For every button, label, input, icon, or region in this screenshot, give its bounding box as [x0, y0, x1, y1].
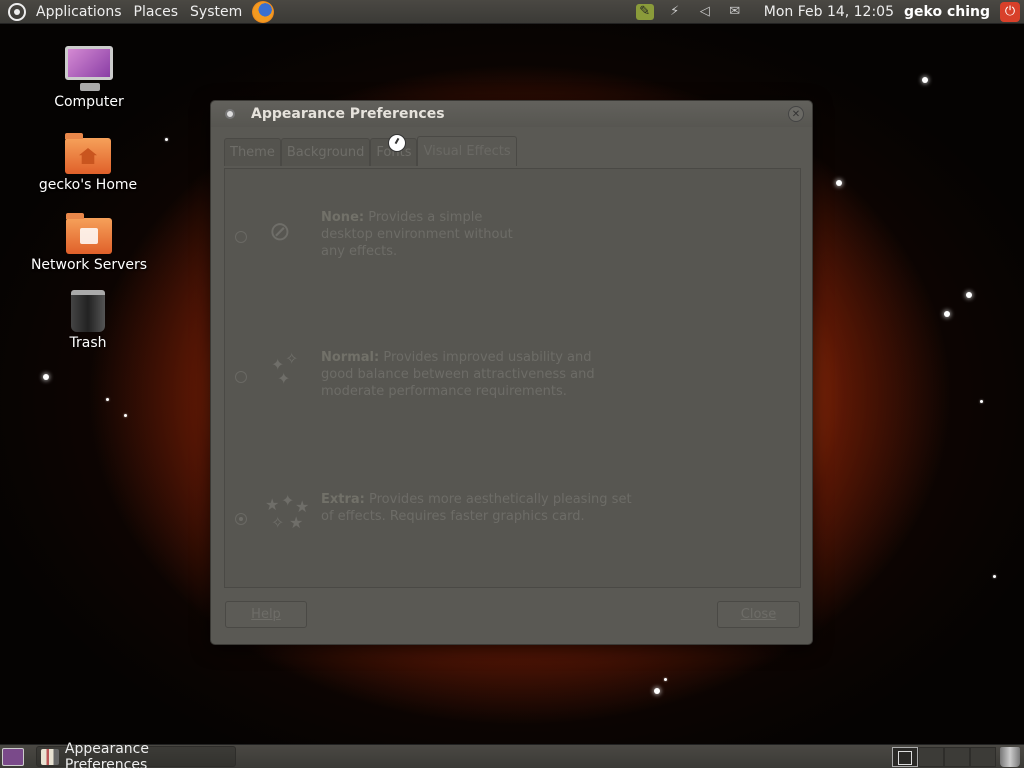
appearance-preferences-dialog: Appearance Preferences ✕ Theme Backgroun… — [210, 100, 813, 645]
star — [654, 688, 660, 694]
menu-places[interactable]: Places — [128, 0, 185, 24]
desc-line: Provides a simple — [364, 210, 483, 225]
tab-bar: Theme Background Fonts Visual Effects — [224, 136, 517, 166]
dialog-title: Appearance Preferences — [251, 106, 445, 122]
star — [664, 678, 667, 681]
home-folder-icon — [65, 133, 111, 174]
network-icon[interactable]: ⚡ — [666, 4, 684, 20]
desc-line: desktop environment without — [321, 227, 513, 242]
trash-applet-icon[interactable] — [1000, 746, 1020, 767]
option-normal[interactable]: ✦ ✧ ✦ Normal: Provides improved usability … — [235, 349, 641, 400]
option-description: Normal: Provides improved usability and … — [321, 349, 641, 400]
no-effects-icon: ⊘ — [269, 217, 291, 247]
close-button[interactable]: Close — [717, 601, 800, 628]
bottom-panel: Appearance Preferences — [0, 741, 1024, 768]
star — [922, 77, 928, 83]
extra-effects-icon: ★ ✦ ★ ✧ ★ — [265, 491, 310, 532]
desc-line: any effects. — [321, 244, 398, 259]
radio-none[interactable] — [235, 231, 247, 243]
desktop-icon-computer[interactable]: Computer — [29, 46, 149, 110]
option-description: Extra: Provides more aesthetically pleas… — [321, 491, 641, 525]
desc-line: moderate performance requirements. — [321, 384, 567, 399]
desc-line: good balance between attractiveness and — [321, 367, 595, 382]
star — [944, 311, 950, 317]
normal-effects-icon: ✦ ✧ ✦ — [271, 349, 299, 388]
workspace-2[interactable] — [918, 746, 944, 767]
star — [106, 398, 109, 401]
desktop-icon-label: Network Servers — [30, 257, 148, 273]
clock[interactable]: Mon Feb 14, 12:05 — [764, 4, 894, 20]
workspace-1[interactable] — [892, 746, 918, 767]
star — [836, 180, 842, 186]
firefox-launcher-icon[interactable] — [252, 0, 275, 23]
taskbar-item-appearance-preferences[interactable]: Appearance Preferences — [36, 741, 236, 768]
appearance-app-icon — [41, 748, 59, 765]
option-name: None: — [321, 210, 365, 225]
trash-icon — [71, 290, 105, 332]
star — [980, 400, 983, 403]
star — [966, 292, 972, 298]
close-icon[interactable]: ✕ — [788, 106, 804, 122]
window-menu-icon[interactable] — [225, 109, 235, 119]
top-panel: Applications Places System ✎ ⚡ ◁ ✉ Mon F… — [0, 0, 1024, 24]
option-name: Extra: — [321, 492, 365, 507]
desktop-icon-label: gecko's Home — [38, 177, 138, 193]
desktop-icon-label: Trash — [69, 335, 107, 351]
menu-applications[interactable]: Applications — [30, 0, 128, 24]
option-description: None: Provides a simple desktop environm… — [321, 209, 641, 260]
help-button[interactable]: Help — [225, 601, 307, 628]
user-menu[interactable]: geko ching — [904, 4, 990, 20]
desktop-icon-home[interactable]: gecko's Home — [28, 133, 148, 193]
desktop-icon-label: Computer — [54, 94, 124, 110]
menu-system[interactable]: System — [184, 0, 248, 24]
ubuntu-logo-icon[interactable] — [8, 2, 26, 21]
desc-line: Provides more aesthetically pleasing set — [364, 492, 632, 507]
star — [993, 575, 996, 578]
volume-icon[interactable]: ◁ — [696, 4, 714, 20]
radio-normal[interactable] — [235, 371, 247, 383]
option-extra[interactable]: ★ ✦ ★ ✧ ★ Extra: Provides more aesthetically… — [235, 491, 641, 537]
star — [43, 374, 49, 380]
tab-visual-effects[interactable]: Visual Effects — [417, 136, 517, 166]
star — [124, 414, 127, 417]
visual-effects-panel: ⊘ None: Provides a simple desktop enviro… — [224, 168, 801, 588]
system-tray: ✎ ⚡ ◁ ✉ Mon Feb 14, 12:05 geko ching ⏻ — [630, 0, 1024, 24]
update-notifier-icon[interactable]: ✎ — [635, 3, 654, 20]
desc-line: Provides improved usability and — [379, 350, 592, 365]
desktop-icon-trash[interactable]: Trash — [28, 290, 148, 351]
show-desktop-icon[interactable] — [2, 747, 24, 766]
network-folder-icon — [66, 213, 112, 254]
workspace-switcher — [892, 746, 996, 767]
taskbar-item-label: Appearance Preferences — [64, 740, 149, 768]
option-name: Normal: — [321, 350, 380, 365]
dialog-titlebar[interactable]: Appearance Preferences ✕ — [211, 101, 812, 127]
desc-line: of effects. Requires faster graphics car… — [321, 509, 585, 524]
workspace-3[interactable] — [944, 746, 970, 767]
desktop-icon-network[interactable]: Network Servers — [29, 213, 149, 273]
radio-extra[interactable] — [235, 513, 247, 525]
workspace-4[interactable] — [970, 746, 996, 767]
tab-theme[interactable]: Theme — [224, 138, 281, 166]
mouse-cursor-icon — [388, 134, 406, 152]
computer-icon — [65, 46, 113, 91]
star — [165, 138, 168, 141]
option-none[interactable]: ⊘ None: Provides a simple desktop enviro… — [235, 209, 641, 260]
tab-background[interactable]: Background — [280, 138, 371, 166]
power-icon[interactable]: ⏻ — [1000, 1, 1020, 22]
mail-icon[interactable]: ✉ — [726, 4, 744, 20]
